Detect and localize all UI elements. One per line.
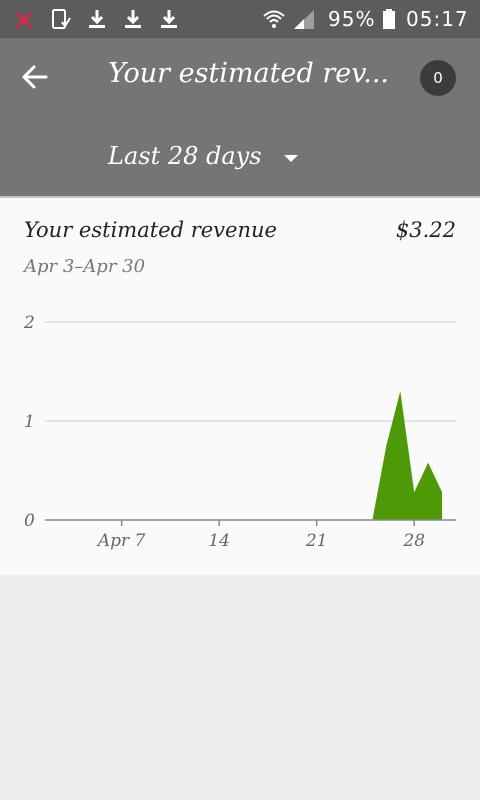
dropdown-caret-icon bbox=[283, 154, 298, 162]
date-range-label: Last 28 days bbox=[108, 142, 262, 170]
wifi-icon bbox=[263, 10, 285, 28]
download-icon bbox=[89, 10, 105, 28]
x-tick-label: Apr 7 bbox=[96, 531, 146, 551]
y-tick-label: 0 bbox=[24, 511, 35, 531]
battery-icon bbox=[383, 9, 395, 29]
download-icon bbox=[161, 10, 177, 28]
signal-icon bbox=[294, 10, 314, 29]
date-range-dropdown[interactable]: Last 28 days bbox=[108, 136, 298, 176]
close-notification-icon bbox=[16, 12, 32, 28]
x-tick-label: 21 bbox=[305, 531, 328, 551]
notification-count-badge[interactable]: 0 bbox=[420, 60, 456, 96]
page-title: Your estimated rev... bbox=[108, 58, 388, 89]
empty-content-area bbox=[0, 575, 480, 800]
x-tick-label: 28 bbox=[402, 531, 425, 551]
revenue-area-series bbox=[65, 391, 443, 520]
screenshot-icon bbox=[52, 9, 71, 29]
revenue-card[interactable]: Your estimated revenue $3.22 Apr 3–Apr 3… bbox=[0, 198, 480, 575]
revenue-chart: 0 1 2 Apr 7 14 21 28 bbox=[23, 313, 456, 551]
back-arrow-icon[interactable] bbox=[20, 62, 50, 92]
y-tick-label: 1 bbox=[24, 412, 35, 432]
x-tick-label: 14 bbox=[208, 531, 230, 551]
download-icon bbox=[125, 10, 141, 28]
y-tick-label: 2 bbox=[23, 313, 35, 333]
status-bar: 95% 05:17 bbox=[0, 0, 480, 38]
app-bar: Your estimated rev... 0 Last 28 days bbox=[0, 38, 480, 196]
status-time: 05:17 bbox=[406, 7, 469, 31]
battery-percentage: 95% bbox=[328, 7, 376, 31]
